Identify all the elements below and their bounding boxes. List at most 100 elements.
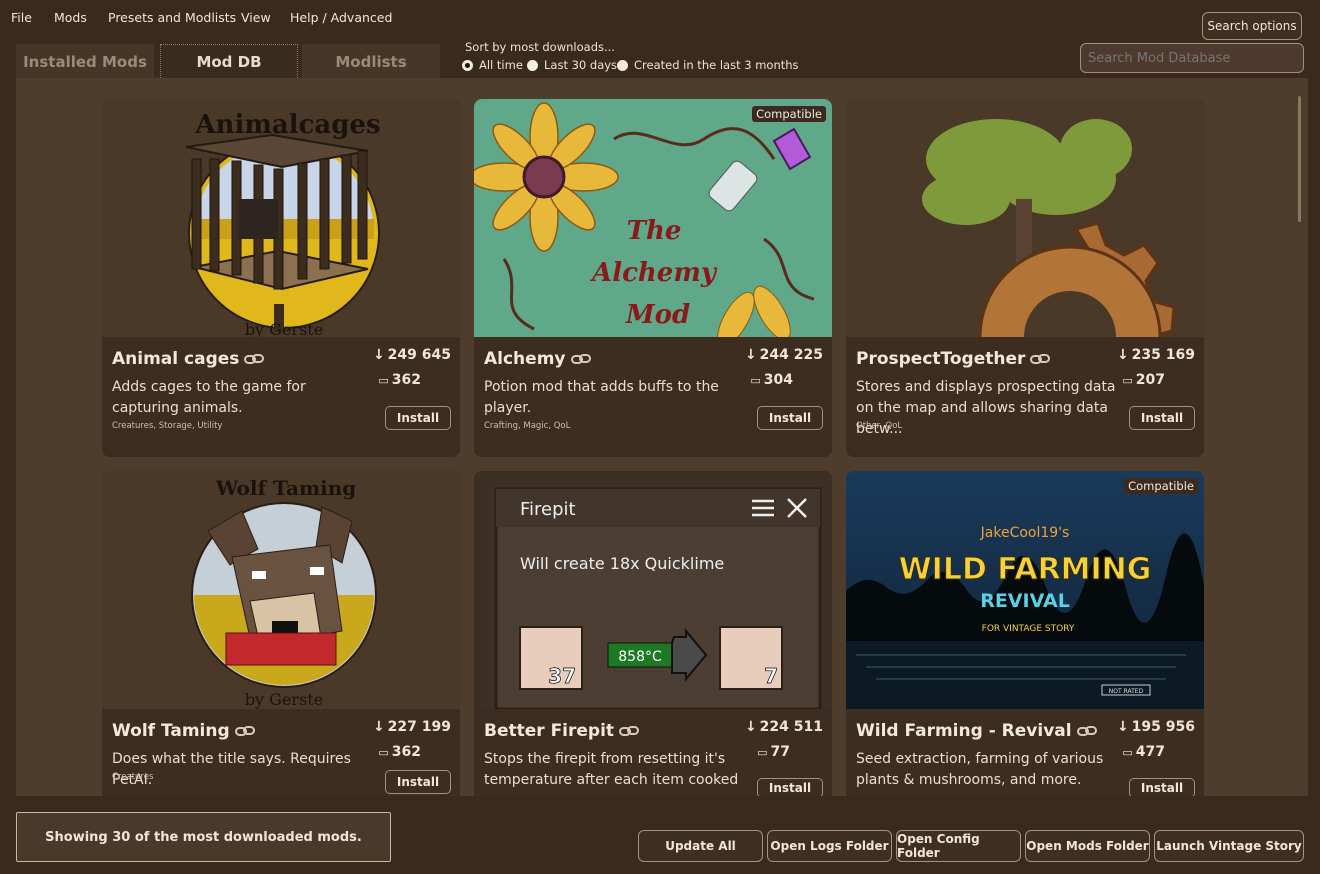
comment-icon: ▭: [1122, 373, 1133, 387]
wild-farming-art: JakeCool19's WILD FARMING REVIVAL FOR VI…: [846, 471, 1204, 709]
radio-indicator[interactable]: [527, 59, 538, 71]
menu-mods[interactable]: Mods: [54, 10, 87, 25]
install-button[interactable]: Install: [757, 406, 823, 430]
art-temperature: 858°C: [618, 649, 662, 665]
mod-tags: Creatures: [112, 772, 154, 782]
link-icon[interactable]: [1030, 352, 1051, 366]
mod-name[interactable]: Alchemy: [484, 349, 591, 369]
art-title-2: REVIVAL: [980, 590, 1070, 612]
link-icon[interactable]: [234, 724, 255, 738]
alchemy-art: The Alchemy Mod: [474, 99, 832, 337]
sort-option-label: All time: [479, 58, 523, 72]
download-icon: ↓: [372, 347, 385, 363]
mod-card-alchemy[interactable]: The Alchemy Mod Compatible Alchemy ↓ 244 …: [474, 99, 832, 457]
comment-icon: ▭: [757, 745, 768, 759]
update-all-button[interactable]: Update All: [638, 830, 763, 862]
comment-count: ▭ 362: [378, 372, 421, 388]
mod-tags: Crafting, Magic, QoL: [484, 421, 571, 431]
tab-modlists[interactable]: Modlists: [302, 44, 440, 80]
mod-card-wolf-taming[interactable]: Wolf Taming by Gerste Wolf Taming ↓ 227 1…: [102, 471, 460, 796]
download-count: ↓ 227 199: [372, 719, 451, 735]
art-credit: by Gerste: [245, 690, 323, 709]
art-title: Wolf Taming: [215, 476, 357, 500]
download-icon: ↓: [744, 347, 757, 363]
mod-card-prospecttogether[interactable]: ProspectTogether ↓ 235 169 ▭ 207 Stores an…: [846, 99, 1204, 457]
mod-name-text: Wolf Taming: [112, 721, 230, 741]
menu-help-advanced[interactable]: Help / Advanced: [290, 10, 392, 25]
animal-cages-art: Animalcages by Gerste: [102, 99, 460, 337]
comment-count: ▭ 477: [1122, 744, 1165, 760]
mod-tags: Other, QoL: [856, 421, 903, 431]
mod-name[interactable]: Animal cages: [112, 349, 265, 369]
tab-installed-mods[interactable]: Installed Mods: [16, 44, 154, 80]
radio-indicator[interactable]: [462, 59, 473, 71]
download-icon: ↓: [372, 719, 385, 735]
search-options-button[interactable]: Search options: [1202, 12, 1302, 40]
comment-count: ▭ 362: [378, 744, 421, 760]
mod-description: Does what the title says. Requires PetAI…: [112, 751, 351, 788]
scrollbar-thumb[interactable]: [1298, 96, 1301, 222]
art-output-count: 7: [764, 664, 778, 688]
link-icon[interactable]: [619, 724, 640, 738]
mod-description: Adds cages to the game for capturing ani…: [112, 379, 306, 416]
download-count: ↓ 244 225: [744, 347, 823, 363]
sort-last-30-days-radio[interactable]: Last 30 days: [527, 58, 617, 72]
link-icon[interactable]: [1076, 724, 1097, 738]
prospecttogether-art: [846, 99, 1204, 337]
mod-grid-panel[interactable]: Animalcages by Gerste Animal cages ↓ 249…: [16, 78, 1308, 796]
install-button[interactable]: Install: [1129, 406, 1195, 430]
open-config-folder-button[interactable]: Open Config Folder: [896, 830, 1021, 862]
sort-last-3-months-radio[interactable]: Created in the last 3 months: [617, 58, 799, 72]
comment-icon: ▭: [750, 373, 761, 387]
open-mods-folder-button[interactable]: Open Mods Folder: [1025, 830, 1150, 862]
sort-all-time-radio[interactable]: All time: [462, 58, 523, 72]
sort-option-label: Created in the last 3 months: [634, 58, 799, 72]
install-button[interactable]: Install: [1129, 778, 1195, 796]
mod-card-better-firepit[interactable]: Firepit Will create 18x Quicklime 37 858…: [474, 471, 832, 796]
mod-name[interactable]: ProspectTogether: [856, 349, 1051, 369]
menu-view[interactable]: View: [241, 10, 271, 25]
download-count: ↓ 195 956: [1116, 719, 1195, 735]
comment-icon: ▭: [1122, 745, 1133, 759]
install-button[interactable]: Install: [385, 406, 451, 430]
mod-description: Potion mod that adds buffs to the player…: [484, 379, 719, 416]
mod-name-text: Animal cages: [112, 349, 240, 369]
open-logs-folder-button[interactable]: Open Logs Folder: [767, 830, 892, 862]
mod-name[interactable]: Wild Farming - Revival: [856, 721, 1097, 741]
mod-manager-window: File Mods Presets and Modlists View Help…: [0, 0, 1320, 874]
link-icon[interactable]: [570, 352, 591, 366]
mod-thumbnail: [846, 99, 1204, 337]
mod-name[interactable]: Better Firepit: [484, 721, 640, 741]
link-icon[interactable]: [244, 352, 265, 366]
menu-file[interactable]: File: [11, 10, 32, 25]
status-message: Showing 30 of the most downloaded mods.: [16, 812, 391, 862]
mod-thumbnail: Animalcages by Gerste: [102, 99, 460, 337]
comment-count: ▭ 207: [1122, 372, 1165, 388]
art-window-title: Firepit: [520, 499, 576, 520]
download-icon: ↓: [1116, 719, 1129, 735]
install-button[interactable]: Install: [757, 778, 823, 796]
art-line-3: Mod: [625, 300, 690, 330]
sort-title: Sort by most downloads...: [465, 40, 615, 54]
menu-presets-and-modlists[interactable]: Presets and Modlists: [108, 10, 236, 25]
mod-name[interactable]: Wolf Taming: [112, 721, 255, 741]
install-button[interactable]: Install: [385, 770, 451, 794]
radio-indicator[interactable]: [617, 59, 628, 71]
launch-vintage-story-button[interactable]: Launch Vintage Story: [1154, 830, 1304, 862]
mod-name-text: Wild Farming - Revival: [856, 721, 1072, 741]
mod-card-animal-cages[interactable]: Animalcages by Gerste Animal cages ↓ 249…: [102, 99, 460, 457]
mod-card-wild-farming-revival[interactable]: JakeCool19's WILD FARMING REVIVAL FOR VI…: [846, 471, 1204, 796]
download-icon: ↓: [1116, 347, 1129, 363]
mod-name-text: Better Firepit: [484, 721, 615, 741]
mod-name-text: ProspectTogether: [856, 349, 1026, 369]
mod-thumbnail: JakeCool19's WILD FARMING REVIVAL FOR VI…: [846, 471, 1204, 709]
download-icon: ↓: [744, 719, 757, 735]
mod-description: Stops the firepit from resetting it's te…: [484, 751, 739, 788]
art-title: Animalcages: [194, 110, 380, 140]
art-rating: NOT RATED: [1109, 688, 1144, 695]
tab-mod-db[interactable]: Mod DB: [160, 44, 298, 80]
comment-count: ▭ 77: [757, 744, 790, 760]
art-author: JakeCool19's: [980, 525, 1070, 541]
search-input[interactable]: [1080, 43, 1304, 73]
mod-thumbnail: The Alchemy Mod Compatible: [474, 99, 832, 337]
